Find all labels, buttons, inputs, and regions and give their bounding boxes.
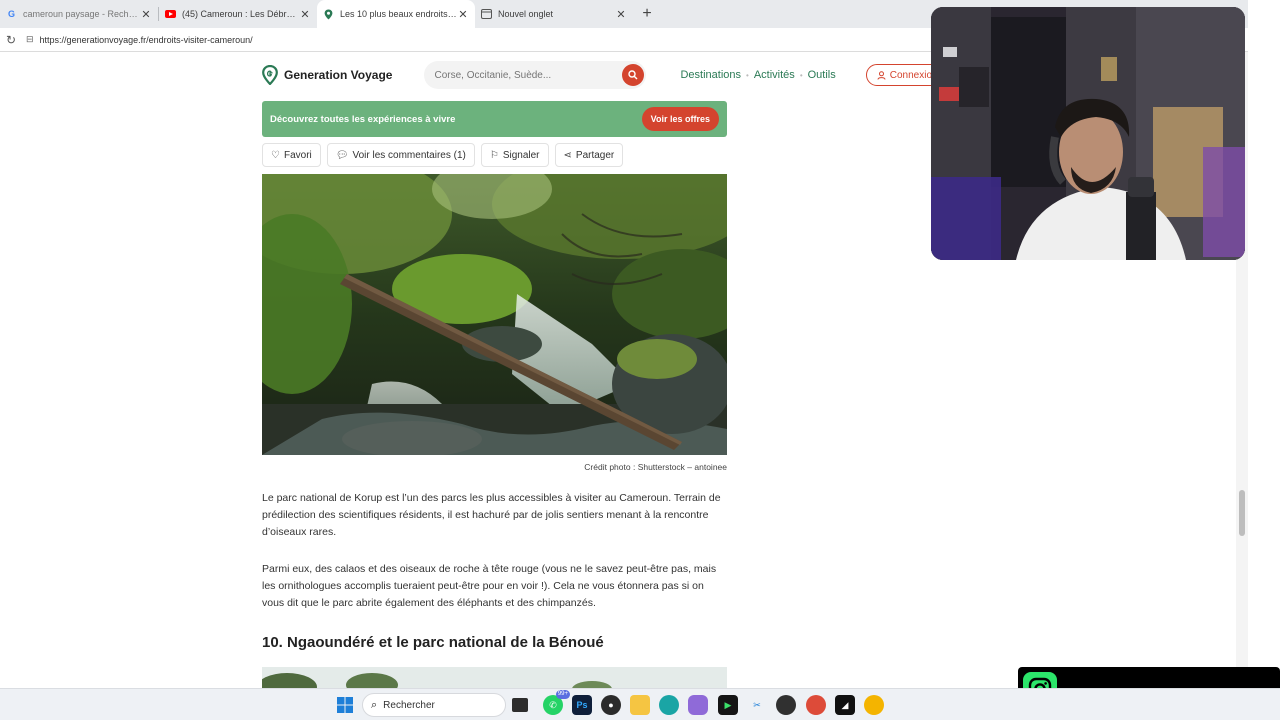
- tab-title: Les 10 plus beaux endroits à visiter: [340, 9, 457, 19]
- youtube-icon: [165, 9, 176, 20]
- whatsapp-icon[interactable]: ✆ 99+: [543, 690, 570, 715]
- promo-text: Découvrez toutes les expériences à vivre: [270, 113, 456, 125]
- nav-outils[interactable]: Outils: [808, 69, 836, 81]
- article-actions: ♡ Favori 💬︎ Voir les commentaires (1) ⚐ …: [262, 143, 624, 167]
- user-icon: [877, 70, 886, 80]
- comment-icon: 💬︎: [335, 149, 349, 161]
- search-button[interactable]: [622, 64, 645, 86]
- capcut-icon[interactable]: ◢: [835, 695, 855, 715]
- davinci-icon[interactable]: [776, 695, 796, 715]
- share-label: Partager: [575, 149, 615, 161]
- article-paragraph: Parmi eux, des calaos et des oiseaux de …: [262, 563, 717, 609]
- windows-start-icon[interactable]: [335, 695, 355, 715]
- url-text[interactable]: https://generationvoyage.fr/endroits-vis…: [40, 35, 253, 45]
- snipping-tool-icon[interactable]: ✂: [747, 695, 767, 715]
- share-icon: ⋖: [563, 149, 572, 161]
- url-field[interactable]: ⊟ https://generationvoyage.fr/endroits-v…: [26, 34, 253, 45]
- article-paragraph: Le parc national de Korup est l’un des p…: [262, 492, 721, 538]
- tab-generation-voyage[interactable]: Les 10 plus beaux endroits à visiter ✕: [317, 0, 475, 28]
- task-view-icon[interactable]: [512, 698, 528, 712]
- obs-icon[interactable]: ●: [601, 695, 621, 715]
- share-button[interactable]: ⋖ Partager: [554, 143, 624, 167]
- new-tab-button[interactable]: +: [633, 0, 661, 28]
- search-icon: ⌕: [371, 698, 378, 711]
- taskbar-search[interactable]: ⌕ Rechercher: [362, 693, 506, 717]
- search-icon: [628, 70, 638, 80]
- tab-new[interactable]: Nouvel onglet ✕: [475, 0, 633, 28]
- tab-youtube[interactable]: (45) Cameroun : Les Débrouillards ✕: [159, 0, 317, 28]
- site-info-icon[interactable]: ⊟: [26, 34, 34, 45]
- nav-separator: •: [799, 70, 803, 80]
- photoshop-icon[interactable]: Ps: [572, 695, 592, 715]
- promo-banner: Découvrez toutes les expériences à vivre…: [262, 101, 727, 137]
- comments-button[interactable]: 💬︎ Voir les commentaires (1): [326, 143, 475, 167]
- chrome-icon[interactable]: [864, 695, 884, 715]
- tab-google-search[interactable]: G cameroun paysage - Recherche G ✕: [0, 0, 158, 28]
- photo-credit: Crédit photo : Shutterstock – antoinee: [584, 462, 727, 472]
- article-photo-korup: [262, 174, 727, 455]
- search-input[interactable]: [434, 69, 605, 81]
- logo-pin-icon[interactable]: [262, 65, 278, 85]
- favorite-label: Favori: [283, 149, 312, 161]
- copilot-icon[interactable]: [688, 695, 708, 715]
- site-logo-text[interactable]: Generation Voyage: [284, 68, 392, 82]
- reload-icon[interactable]: ↻: [2, 33, 20, 47]
- report-button[interactable]: ⚐ Signaler: [480, 143, 549, 167]
- location-pin-icon: [323, 9, 334, 20]
- nav-destinations[interactable]: Destinations: [680, 69, 741, 81]
- screen-edge: [1248, 0, 1280, 720]
- chrome-icon[interactable]: [806, 695, 826, 715]
- report-label: Signaler: [502, 149, 540, 161]
- close-icon[interactable]: ✕: [140, 8, 152, 21]
- flag-icon: ⚐: [489, 149, 499, 161]
- tab-title: cameroun paysage - Recherche G: [23, 9, 140, 19]
- tab-title: (45) Cameroun : Les Débrouillards: [182, 9, 299, 19]
- notification-badge: 99+: [555, 690, 570, 699]
- offers-button[interactable]: Voir les offres: [641, 107, 719, 131]
- section-heading: 10. Ngaoundéré et le parc national de la…: [262, 634, 604, 651]
- article-photo-benoue: [262, 667, 727, 688]
- nav-separator: •: [746, 70, 749, 80]
- google-icon: G: [7, 9, 15, 19]
- close-icon[interactable]: ✕: [457, 8, 469, 21]
- comments-label: Voir les commentaires (1): [352, 149, 466, 161]
- media-app-icon[interactable]: ▶: [718, 695, 738, 715]
- close-icon[interactable]: ✕: [615, 8, 627, 21]
- tab-title: Nouvel onglet: [498, 9, 554, 19]
- windows-taskbar: ⌕ Rechercher ✆ 99+ Ps ● ▶ ✂ ◢: [0, 688, 1280, 720]
- taskbar-search-label: Rechercher: [383, 699, 435, 711]
- site-search: [424, 61, 647, 89]
- scrollbar-thumb[interactable]: [1239, 490, 1245, 536]
- nav-activites[interactable]: Activités: [754, 69, 795, 81]
- edge-icon[interactable]: [659, 695, 679, 715]
- close-icon[interactable]: ✕: [299, 8, 311, 21]
- webcam-overlay: [931, 7, 1245, 260]
- main-nav: Destinations • Activités • Outils: [680, 69, 835, 81]
- heart-icon: ♡: [271, 149, 280, 161]
- file-explorer-icon[interactable]: [630, 695, 650, 715]
- favorite-button[interactable]: ♡ Favori: [262, 143, 321, 167]
- newtab-icon: [481, 9, 492, 20]
- site-header: Generation Voyage Destinations • Activit…: [262, 60, 962, 90]
